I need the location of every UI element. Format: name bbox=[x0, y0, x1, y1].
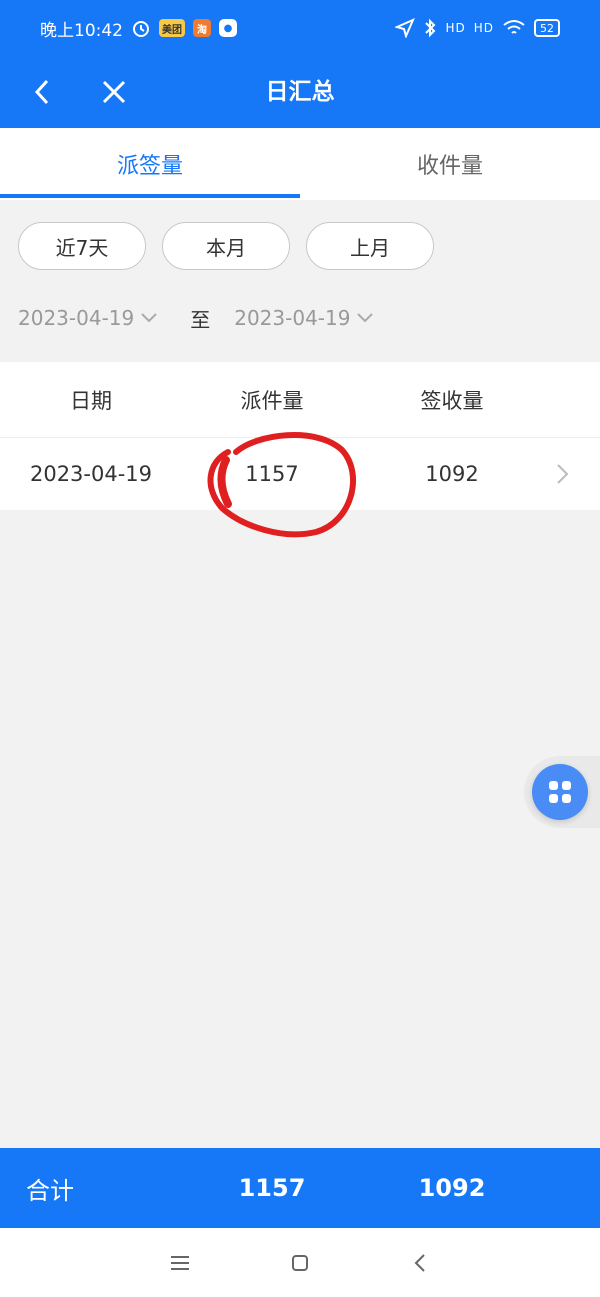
status-right: HD HD 52 bbox=[395, 18, 560, 38]
range-separator: 至 bbox=[190, 307, 211, 332]
tab-dispatch-sign[interactable]: 派签量 bbox=[0, 128, 300, 200]
end-date-picker[interactable]: 2023-04-19 bbox=[234, 306, 374, 330]
navigation-bar: 日汇总 bbox=[0, 56, 600, 128]
system-back-button[interactable] bbox=[400, 1243, 440, 1283]
header-dispatched: 派件量 bbox=[240, 388, 304, 413]
row-signed: 1092 bbox=[425, 462, 479, 486]
back-button[interactable] bbox=[20, 70, 64, 114]
quick-filters: 近7天 本月 上月 bbox=[18, 222, 434, 270]
header-date: 日期 bbox=[70, 388, 112, 413]
chevron-down-icon bbox=[357, 313, 374, 323]
bluetooth-icon bbox=[425, 18, 436, 38]
row-dispatched: 1157 bbox=[245, 462, 299, 486]
alarm-icon bbox=[133, 21, 149, 37]
chevron-right-icon bbox=[557, 464, 569, 484]
filter-last-month[interactable]: 上月 bbox=[306, 222, 434, 270]
battery-icon: 52 bbox=[534, 19, 560, 37]
summary-bar: 合计 1157 1092 bbox=[0, 1148, 600, 1228]
taobao-app-icon: 淘 bbox=[193, 19, 211, 37]
header-signed: 签收量 bbox=[420, 388, 484, 413]
summary-dispatched-total: 1157 bbox=[238, 1174, 306, 1202]
home-icon bbox=[292, 1254, 308, 1271]
start-date-value: 2023-04-19 bbox=[18, 306, 135, 330]
summary-signed-total: 1092 bbox=[418, 1174, 486, 1202]
page-title: 日汇总 bbox=[265, 79, 335, 105]
status-left: 晚上10:42 美团 淘 ● bbox=[40, 16, 237, 41]
tab-pickup[interactable]: 收件量 bbox=[300, 128, 600, 200]
date-range: 2023-04-19 至 2023-04-19 bbox=[18, 298, 374, 338]
system-home-button[interactable] bbox=[280, 1243, 320, 1283]
back-arrow-icon bbox=[34, 79, 49, 105]
wifi-icon bbox=[503, 20, 525, 34]
row-date: 2023-04-19 bbox=[29, 462, 153, 486]
signal-2-icon: HD bbox=[473, 21, 494, 35]
meituan-app-icon: 美团 bbox=[159, 19, 185, 37]
chevron-down-icon bbox=[141, 313, 157, 323]
menu-icon bbox=[171, 1255, 189, 1270]
tab-bar: 派签量 收件量 bbox=[0, 128, 600, 200]
system-menu-button[interactable] bbox=[160, 1243, 200, 1283]
app-notification-icon: ● bbox=[219, 19, 237, 37]
filter-this-month[interactable]: 本月 bbox=[162, 222, 290, 270]
grid-menu-icon bbox=[549, 781, 571, 803]
table-header: 日期 派件量 签收量 bbox=[0, 362, 600, 438]
daily-summary-table: 日期 派件量 签收量 2023-04-19 1157 1092 bbox=[0, 362, 600, 510]
floating-menu-button[interactable] bbox=[532, 764, 588, 820]
close-button[interactable] bbox=[92, 70, 136, 114]
summary-label: 合计 bbox=[26, 1176, 74, 1205]
location-icon bbox=[395, 18, 416, 38]
table-row[interactable]: 2023-04-19 1157 1092 bbox=[0, 438, 600, 510]
back-icon bbox=[414, 1253, 425, 1272]
signal-1-icon: HD bbox=[445, 21, 466, 35]
status-time: 晚上10:42 bbox=[40, 20, 123, 41]
status-bar: 晚上10:42 美团 淘 ● HD HD 52 bbox=[0, 0, 600, 56]
close-icon bbox=[102, 80, 126, 104]
end-date-value: 2023-04-19 bbox=[234, 306, 351, 330]
start-date-picker[interactable]: 2023-04-19 bbox=[18, 306, 158, 330]
system-navigation bbox=[0, 1228, 600, 1297]
filter-last-7-days[interactable]: 近7天 bbox=[18, 222, 146, 270]
